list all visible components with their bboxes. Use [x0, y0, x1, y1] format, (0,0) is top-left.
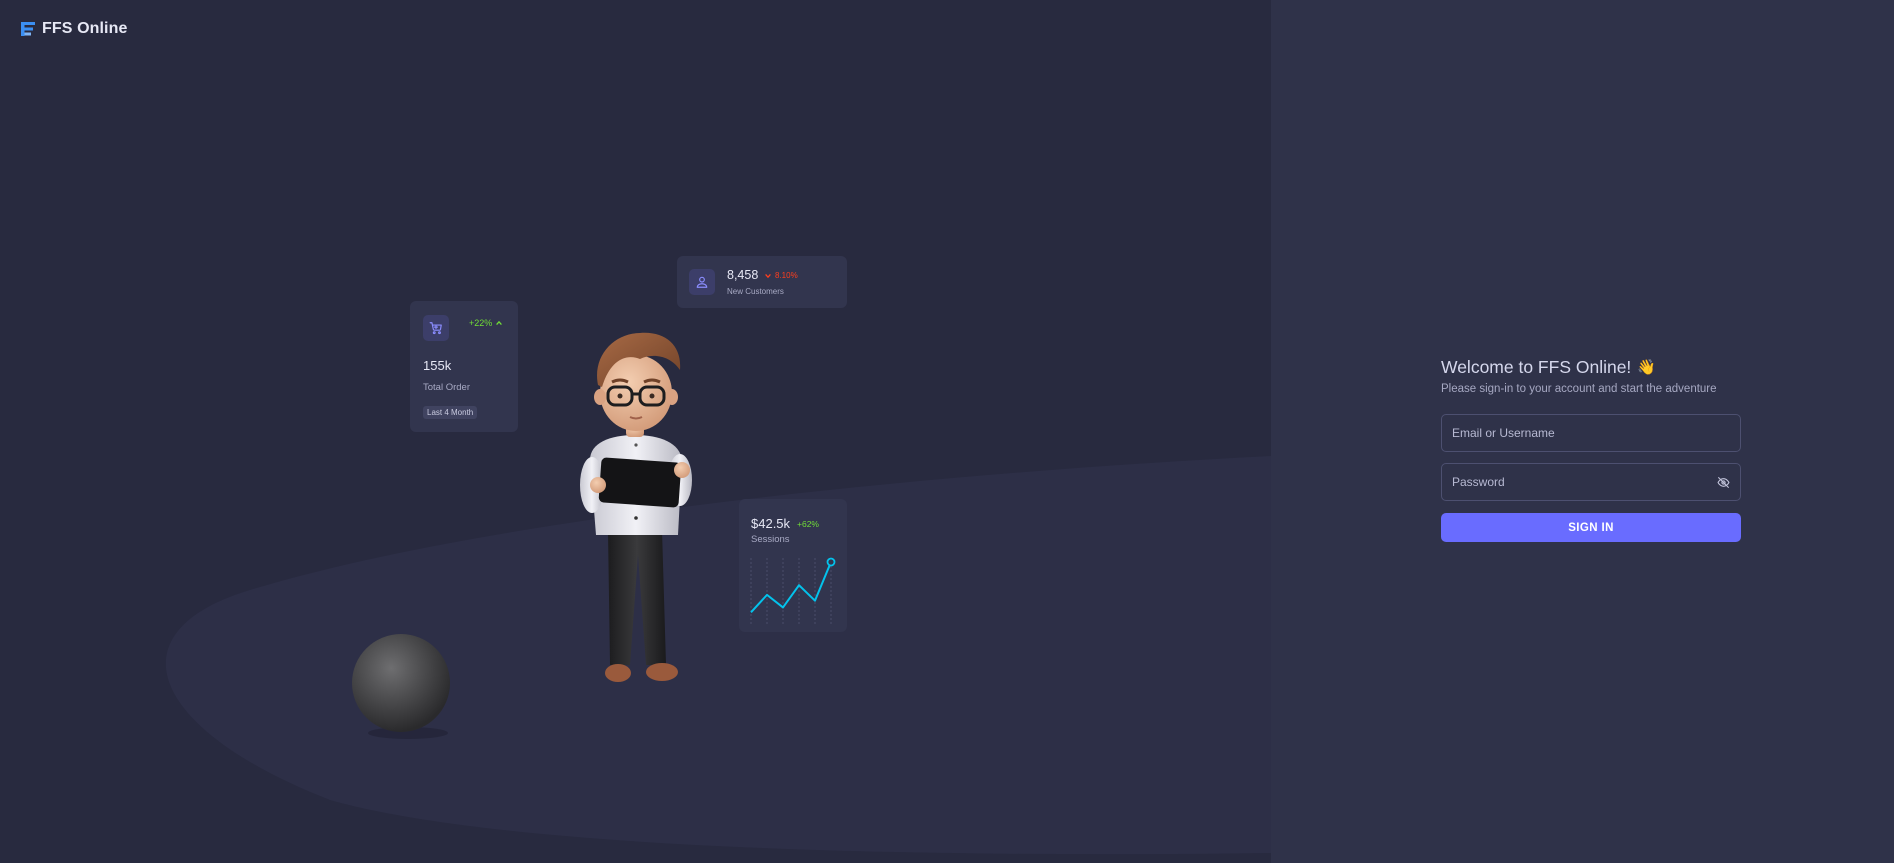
sessions-card: $42.5k +62% Sessions — [739, 499, 847, 632]
character-illustration — [580, 332, 692, 682]
sessions-value: $42.5k — [751, 516, 791, 531]
period-chip: Last 4 Month — [423, 406, 478, 419]
welcome-title: Welcome to FFS Online! 👋 — [1441, 356, 1741, 378]
new-customers-label: New Customers — [727, 287, 784, 296]
sessions-sparkline — [750, 557, 836, 624]
login-form: Welcome to FFS Online! 👋 Please sign-in … — [1441, 356, 1741, 542]
login-page: FFS Online +22% 155k Total Order Last 4 … — [0, 0, 1894, 863]
password-field — [1441, 463, 1741, 501]
illustration-pane: FFS Online +22% 155k Total Order Last 4 … — [0, 0, 1271, 863]
sessions-label: Sessions — [751, 534, 790, 545]
customers-trend: 8.10% — [764, 271, 798, 280]
total-order-card: +22% 155k Total Order Last 4 Month — [410, 301, 518, 432]
welcome-title-text: Welcome to FFS Online! — [1441, 356, 1632, 377]
user-icon — [689, 269, 715, 295]
chevron-down-icon — [765, 273, 771, 278]
customers-trend-value: 8.10% — [775, 271, 798, 280]
sparkline-path — [750, 561, 832, 613]
chevron-up-icon — [496, 320, 503, 326]
total-order-label: Total Order — [423, 382, 470, 393]
eye-off-icon[interactable] — [1716, 475, 1730, 489]
order-trend: +22% — [469, 318, 503, 328]
shopping-cart-icon — [423, 315, 449, 341]
ffs-logo-icon — [21, 22, 35, 36]
brand[interactable]: FFS Online — [20, 20, 127, 38]
new-customers-card: 8,458 8.10% New Customers — [677, 256, 847, 308]
brand-name: FFS Online — [42, 20, 128, 37]
order-trend-value: +22% — [469, 318, 493, 328]
sphere-illustration — [352, 634, 450, 739]
waving-hand-icon: 👋 — [1637, 359, 1656, 376]
email-input[interactable] — [1442, 415, 1740, 451]
login-pane: Welcome to FFS Online! 👋 Please sign-in … — [1271, 0, 1894, 863]
total-order-value: 155k — [423, 358, 452, 373]
sign-in-button[interactable]: SIGN IN — [1441, 513, 1741, 542]
sparkline-end-point — [826, 557, 836, 567]
sessions-trend: +62% — [797, 519, 819, 529]
new-customers-value: 8,458 — [727, 268, 759, 282]
email-field — [1441, 414, 1741, 452]
password-input[interactable] — [1442, 464, 1740, 500]
welcome-subtitle: Please sign-in to your account and start… — [1441, 383, 1717, 395]
